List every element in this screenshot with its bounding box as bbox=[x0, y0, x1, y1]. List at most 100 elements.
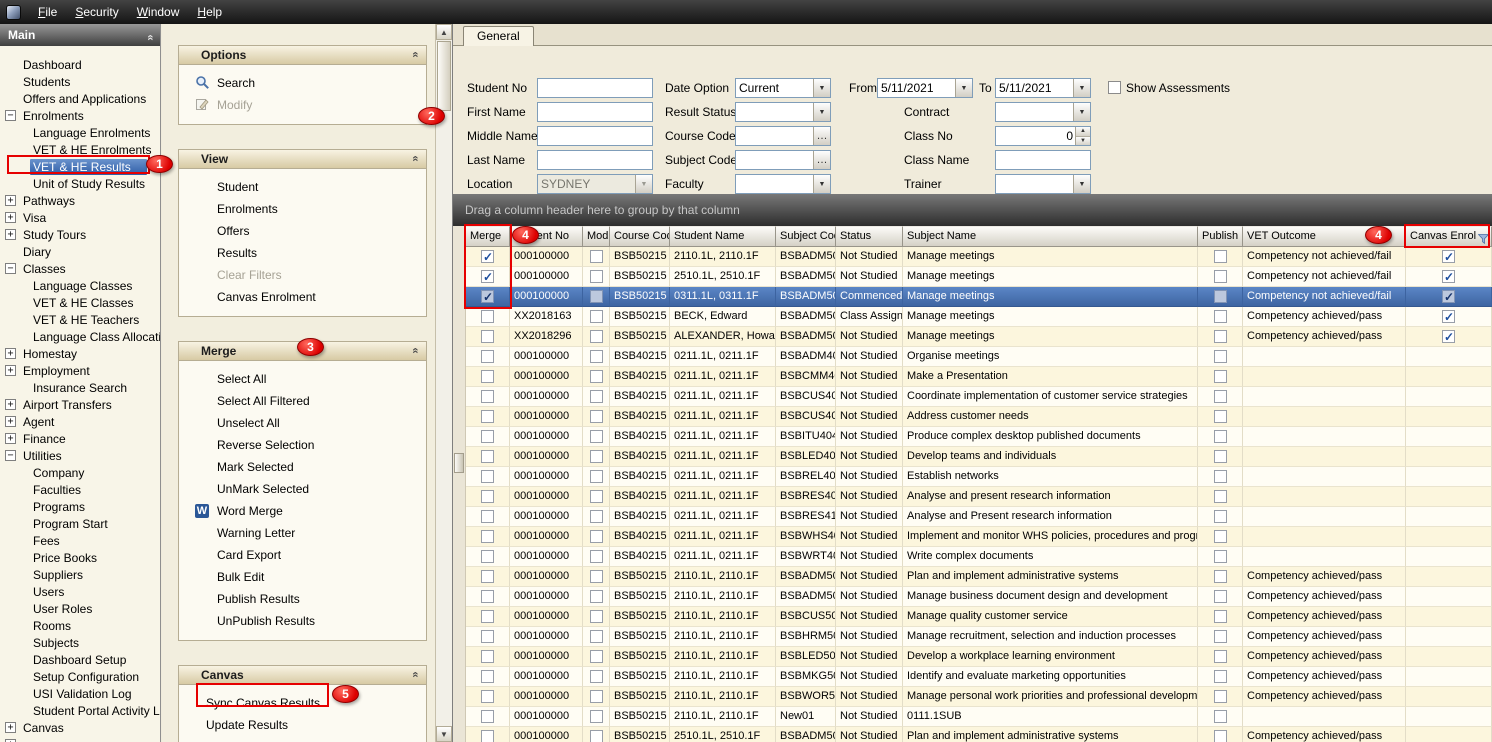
checkbox-unchecked[interactable] bbox=[590, 490, 603, 503]
cell-merge[interactable] bbox=[466, 327, 510, 347]
panel-item-sync-canvas-results[interactable]: Sync Canvas Results bbox=[179, 692, 426, 714]
checkbox-unchecked[interactable] bbox=[1214, 530, 1227, 543]
panel-item-unpublish-results[interactable]: UnPublish Results bbox=[179, 610, 426, 632]
table-row[interactable]: 000100000BSB402150211.1L, 0211.1FBSBREL4… bbox=[466, 467, 1492, 487]
table-row[interactable]: 000100000BSB502152110.1L, 2110.1FBSBMKG5… bbox=[466, 667, 1492, 687]
sidebar-item-insurance-search[interactable]: Insurance Search bbox=[0, 379, 160, 396]
checkbox-unchecked[interactable] bbox=[590, 730, 603, 742]
sidebar-item-canvas[interactable]: +Canvas bbox=[0, 719, 160, 736]
cell-publish[interactable] bbox=[1198, 507, 1243, 527]
panel-item-bulk-edit[interactable]: Bulk Edit bbox=[179, 566, 426, 588]
checkbox-unchecked[interactable] bbox=[590, 470, 603, 483]
checkbox-unchecked[interactable] bbox=[1214, 490, 1227, 503]
expand-icon[interactable]: + bbox=[5, 399, 16, 410]
collapse-chevron-icon[interactable]: » bbox=[409, 52, 421, 57]
class-no-stepper[interactable]: 0 ▲▼ bbox=[995, 126, 1091, 146]
checkbox-unchecked[interactable] bbox=[481, 690, 494, 703]
cell-canvas-enrol[interactable] bbox=[1406, 307, 1492, 327]
checkbox-unchecked[interactable] bbox=[1214, 630, 1227, 643]
checkbox-unchecked[interactable] bbox=[1214, 570, 1227, 583]
cell-merge[interactable] bbox=[466, 547, 510, 567]
cell-modified[interactable] bbox=[583, 727, 610, 742]
table-row[interactable]: 000100000BSB402150211.1L, 0211.1FBSBWRT4… bbox=[466, 547, 1492, 567]
cell-publish[interactable] bbox=[1198, 467, 1243, 487]
cell-publish[interactable] bbox=[1198, 327, 1243, 347]
sidebar-item-company[interactable]: Company bbox=[0, 464, 160, 481]
spinner-buttons[interactable]: ▲▼ bbox=[1075, 127, 1090, 145]
table-row[interactable]: 000100000BSB402150211.1L, 0211.1FBSBCUS4… bbox=[466, 407, 1492, 427]
checkbox-unchecked[interactable] bbox=[1214, 610, 1227, 623]
sidebar-item-usi-validation-log[interactable]: USI Validation Log bbox=[0, 685, 160, 702]
table-row[interactable]: XX2018163BSB50215BECK, EdwardBSBADM502Cl… bbox=[466, 307, 1492, 327]
collapse-icon[interactable]: − bbox=[5, 263, 16, 274]
grid-scrollbar[interactable] bbox=[453, 226, 466, 742]
cell-modified[interactable] bbox=[583, 307, 610, 327]
sidebar-item-faculties[interactable]: Faculties bbox=[0, 481, 160, 498]
table-row[interactable]: XX2018296BSB50215ALEXANDER, HowarBSBADM5… bbox=[466, 327, 1492, 347]
sidebar-item-diary[interactable]: Diary bbox=[0, 243, 160, 260]
collapse-chevron-icon[interactable]: » bbox=[139, 35, 161, 40]
checkbox-unchecked[interactable] bbox=[1214, 470, 1227, 483]
collapse-chevron-icon[interactable]: » bbox=[409, 348, 421, 353]
spin-down-icon[interactable]: ▼ bbox=[1076, 137, 1090, 146]
cell-modified[interactable] bbox=[583, 247, 610, 267]
sidebar-item-language-class-allocation[interactable]: Language Class Allocation bbox=[0, 328, 160, 345]
collapse-chevron-icon[interactable]: » bbox=[409, 156, 421, 161]
expand-icon[interactable]: + bbox=[5, 416, 16, 427]
panel-item-select-all-filtered[interactable]: Select All Filtered bbox=[179, 390, 426, 412]
panel-item-reverse-selection[interactable]: Reverse Selection bbox=[179, 434, 426, 456]
sidebar-item-offers-and-applications[interactable]: Offers and Applications bbox=[0, 90, 160, 107]
checkbox-checked[interactable] bbox=[1442, 250, 1455, 263]
cell-modified[interactable] bbox=[583, 547, 610, 567]
cell-modified[interactable] bbox=[583, 487, 610, 507]
section-header-options[interactable]: Options» bbox=[179, 46, 426, 65]
table-row[interactable]: 000100000BSB502150311.1L, 0311.1FBSBADM5… bbox=[466, 287, 1492, 307]
ellipsis-button[interactable]: … bbox=[813, 151, 830, 169]
collapse-chevron-icon[interactable]: » bbox=[409, 672, 421, 677]
table-row[interactable]: 000100000BSB402150211.1L, 0211.1FBSBRES4… bbox=[466, 487, 1492, 507]
sidebar-item-language-enrolments[interactable]: Language Enrolments bbox=[0, 124, 160, 141]
cell-modified[interactable] bbox=[583, 627, 610, 647]
table-row[interactable]: 000100000BSB502152110.1L, 2110.1FBSBADM5… bbox=[466, 247, 1492, 267]
panel-item-student[interactable]: Student bbox=[179, 176, 426, 198]
table-row[interactable]: 000100000BSB402150211.1L, 0211.1FBSBITU4… bbox=[466, 427, 1492, 447]
checkbox-unchecked[interactable] bbox=[481, 470, 494, 483]
panel-item-mark-selected[interactable]: Mark Selected bbox=[179, 456, 426, 478]
checkbox-unchecked[interactable] bbox=[481, 370, 494, 383]
sidebar-item-visa[interactable]: +Visa bbox=[0, 209, 160, 226]
cell-publish[interactable] bbox=[1198, 427, 1243, 447]
cell-publish[interactable] bbox=[1198, 267, 1243, 287]
checkbox-unchecked[interactable] bbox=[590, 350, 603, 363]
cell-canvas-enrol[interactable] bbox=[1406, 287, 1492, 307]
cell-publish[interactable] bbox=[1198, 447, 1243, 467]
checkbox-unchecked[interactable] bbox=[590, 530, 603, 543]
panel-item-unmark-selected[interactable]: UnMark Selected bbox=[179, 478, 426, 500]
checkbox-unchecked[interactable] bbox=[590, 570, 603, 583]
sidebar-item-language-classes[interactable]: Language Classes bbox=[0, 277, 160, 294]
cell-merge[interactable] bbox=[466, 267, 510, 287]
checkbox-unchecked[interactable] bbox=[590, 250, 603, 263]
sidebar-item-subjects[interactable]: Subjects bbox=[0, 634, 160, 651]
cell-merge[interactable] bbox=[466, 427, 510, 447]
panel-item-enrolments[interactable]: Enrolments bbox=[179, 198, 426, 220]
spin-up-icon[interactable]: ▲ bbox=[1076, 127, 1090, 137]
checkbox-unchecked[interactable] bbox=[590, 610, 603, 623]
scrollbar-down-icon[interactable]: ▼ bbox=[436, 726, 452, 742]
checkbox-unchecked[interactable] bbox=[590, 510, 603, 523]
checkbox-unchecked[interactable] bbox=[1214, 370, 1227, 383]
date-option-select[interactable]: Current ▼ bbox=[735, 78, 831, 98]
menu-help[interactable]: Help bbox=[188, 1, 231, 23]
checkbox-unchecked[interactable] bbox=[481, 310, 494, 323]
checkbox-unchecked[interactable] bbox=[590, 550, 603, 563]
table-row[interactable]: 000100000BSB402150211.1L, 0211.1FBSBCMM4… bbox=[466, 367, 1492, 387]
table-row[interactable]: 000100000BSB502152110.1L, 2110.1FBSBLED5… bbox=[466, 647, 1492, 667]
checkbox-checked[interactable] bbox=[1442, 270, 1455, 283]
cell-publish[interactable] bbox=[1198, 347, 1243, 367]
cell-modified[interactable] bbox=[583, 347, 610, 367]
checkbox-unchecked[interactable] bbox=[481, 550, 494, 563]
checkbox-unchecked[interactable] bbox=[1214, 690, 1227, 703]
middle-name-input[interactable] bbox=[537, 126, 653, 146]
checkbox-unchecked[interactable] bbox=[590, 390, 603, 403]
cell-modified[interactable] bbox=[583, 407, 610, 427]
checkbox-unchecked[interactable] bbox=[590, 330, 603, 343]
